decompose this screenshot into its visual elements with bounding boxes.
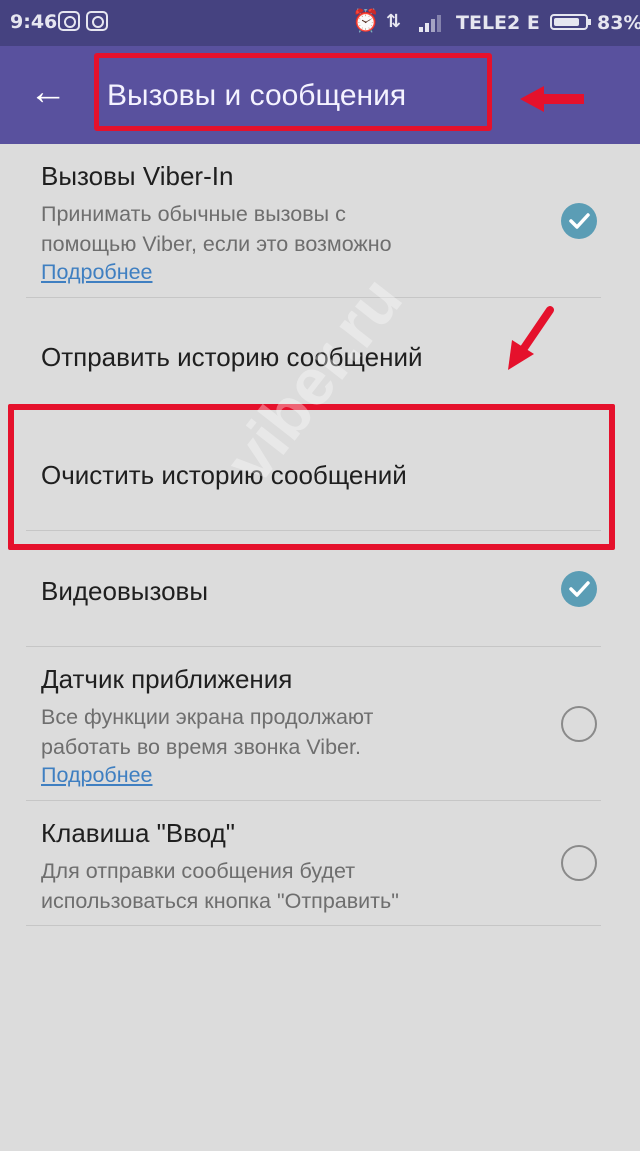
setting-description: Принимать обычные вызовы с: [41, 202, 346, 226]
setting-description: Для отправки сообщения будет: [41, 859, 356, 883]
carrier-name: TELE2 E: [456, 12, 540, 34]
setting-viber-in[interactable]: Вызовы Viber-In Принимать обычные вызовы…: [0, 144, 640, 297]
check-icon: [569, 581, 590, 597]
setting-description: работать во время звонка Viber.: [41, 735, 361, 759]
setting-title: Вызовы Viber-In: [41, 161, 234, 191]
setting-title: Датчик приближения: [41, 664, 293, 694]
checkbox-unchecked[interactable]: [561, 706, 597, 742]
more-link[interactable]: Подробнее: [41, 260, 153, 285]
setting-title: Видеовызовы: [41, 576, 209, 606]
check-icon: [569, 213, 590, 229]
viber-icon: [58, 11, 80, 31]
battery-icon: [550, 14, 591, 30]
checkbox-unchecked[interactable]: [561, 845, 597, 881]
title-highlight-box: [94, 53, 492, 131]
red-arrow-icon: [520, 86, 584, 112]
setting-description: Все функции экрана продолжают: [41, 705, 374, 729]
vibrate-icon: ⇅: [386, 11, 402, 32]
checkbox-checked[interactable]: [561, 571, 597, 607]
battery-percent: 83%: [597, 12, 640, 34]
alarm-icon: ⏰: [352, 9, 380, 34]
checkbox-checked[interactable]: [561, 203, 597, 239]
signal-icon: [419, 15, 441, 32]
setting-proximity-sensor[interactable]: Датчик приближения Все функции экрана пр…: [0, 647, 640, 800]
red-arrow-icon: [508, 306, 554, 370]
back-arrow-icon[interactable]: ←: [26, 70, 70, 114]
setting-description: использоваться кнопка "Отправить": [41, 889, 399, 913]
more-link[interactable]: Подробнее: [41, 763, 153, 788]
setting-description: помощью Viber, если это возможно: [41, 232, 392, 256]
viber-icon: [86, 11, 108, 31]
setting-title: Клавиша "Ввод": [41, 818, 236, 848]
app-bar: ← Вызовы и сообщения: [0, 46, 640, 144]
setting-enter-key[interactable]: Клавиша "Ввод" Для отправки сообщения бу…: [0, 801, 640, 925]
battery-fill: [554, 18, 579, 26]
divider: [26, 925, 601, 926]
status-time: 9:46: [10, 11, 58, 33]
status-bar: 9:46 ⏰ ⇅ TELE2 E 83%: [0, 0, 640, 46]
